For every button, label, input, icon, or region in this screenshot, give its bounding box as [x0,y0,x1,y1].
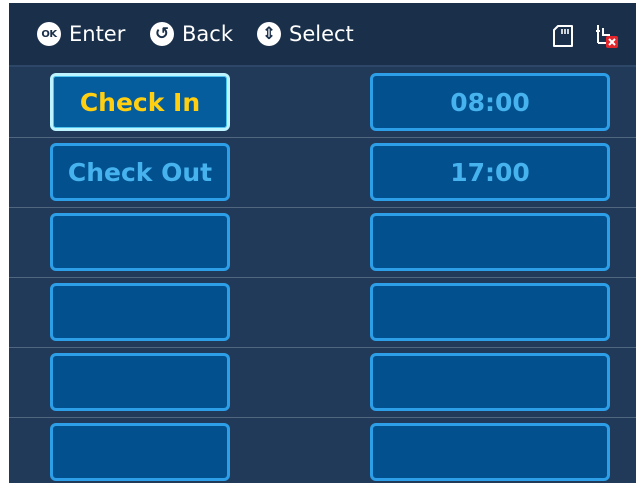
list-item [9,207,636,278]
hint-back-label: Back [182,22,233,46]
up-down-icon: ⇕ [257,22,281,46]
hint-enter: OK Enter [37,19,125,49]
hint-select: ⇕ Select [257,19,354,49]
status-name-button[interactable] [50,213,230,271]
status-name-button[interactable]: Check Out [50,143,230,201]
sd-card-icon [553,25,573,47]
attendance-status-screen: OK Enter ↺ Back ⇕ Select Check In 08:00 … [9,3,636,483]
status-time-button[interactable] [370,283,610,341]
status-name-button[interactable] [50,283,230,341]
ok-icon: OK [37,22,61,46]
hint-enter-label: Enter [69,22,126,46]
list-item: Check In 08:00 [9,67,636,138]
list-item: Check Out 17:00 [9,137,636,208]
list-item [9,277,636,348]
status-time-button[interactable] [370,213,610,271]
status-time-button[interactable]: 17:00 [370,143,610,201]
status-name-button[interactable] [50,423,230,481]
back-icon: ↺ [150,22,174,46]
list-item [9,417,636,483]
status-time-button[interactable]: 08:00 [370,73,610,131]
network-disconnected-icon [596,25,618,48]
list-item [9,347,636,418]
hint-back: ↺ Back [150,19,233,49]
status-name-button[interactable] [50,353,230,411]
status-time-button[interactable] [370,353,610,411]
status-time-button[interactable] [370,423,610,481]
header-bar: OK Enter ↺ Back ⇕ Select [9,3,636,67]
hint-select-label: Select [289,22,354,46]
status-name-button[interactable]: Check In [50,73,230,131]
